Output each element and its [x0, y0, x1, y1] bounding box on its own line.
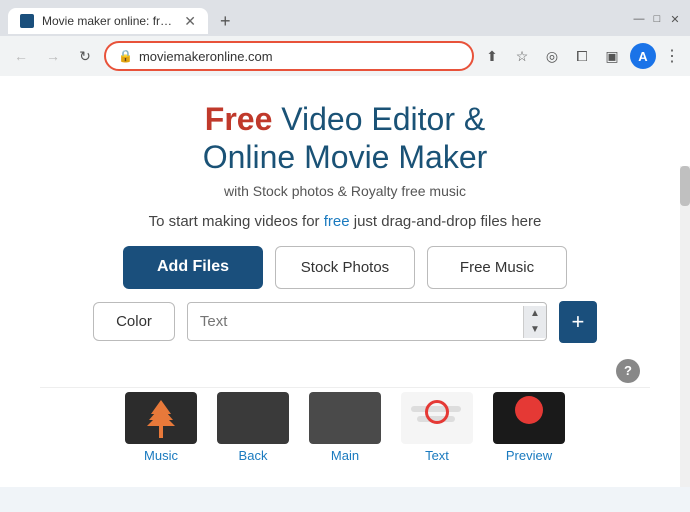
- page-content: Free Video Editor & Online Movie Maker w…: [0, 76, 690, 487]
- text-input-wrapper: ▲ ▼: [187, 302, 547, 341]
- drag-free-link[interactable]: free: [324, 213, 350, 230]
- target-icon[interactable]: ◎: [540, 44, 564, 68]
- tab-close-button[interactable]: ✕: [184, 14, 196, 28]
- heading-line1: Free Video Editor &: [40, 100, 650, 138]
- scrollbar-track: [680, 166, 690, 487]
- address-text: moviemakeronline.com: [139, 49, 460, 64]
- forward-button[interactable]: →: [40, 43, 66, 69]
- main-thumb-bg: [309, 392, 381, 444]
- tab-text-thumb: [401, 392, 473, 444]
- text-thumb-bg: [401, 392, 473, 444]
- browser-chrome: Movie maker online: free video e... ✕ + …: [0, 0, 690, 76]
- tab-main[interactable]: Main: [309, 392, 381, 463]
- tab-preview-thumb: [493, 392, 565, 444]
- scroll-arrows: ▲ ▼: [523, 306, 546, 338]
- add-files-button[interactable]: Add Files: [123, 246, 263, 289]
- reload-button[interactable]: ↻: [72, 43, 98, 69]
- close-window-button[interactable]: ✕: [668, 12, 682, 26]
- help-row: ?: [40, 359, 650, 383]
- share-icon[interactable]: ⬆: [480, 44, 504, 68]
- toolbar-icons: ⬆ ☆ ◎ ⧠ ▣ A ⋮: [480, 43, 682, 69]
- tab-text[interactable]: Text: [401, 392, 473, 463]
- tab-back-thumb: [217, 392, 289, 444]
- bottom-tabs: Music Back Main Text: [40, 387, 650, 471]
- profile-button[interactable]: A: [630, 43, 656, 69]
- tab-preview-label: Preview: [506, 448, 552, 463]
- tab-favicon: [20, 14, 34, 28]
- preview-thumb-bg: [493, 392, 565, 444]
- tools-row: Color ▲ ▼ +: [40, 301, 650, 343]
- tab-back-label: Back: [239, 448, 268, 463]
- heading-rest: Video Editor &: [272, 101, 485, 137]
- main-buttons-row: Add Files Stock Photos Free Music: [40, 246, 650, 289]
- free-music-button[interactable]: Free Music: [427, 246, 567, 289]
- lock-icon: 🔒: [118, 49, 133, 63]
- color-button[interactable]: Color: [93, 302, 175, 341]
- heading-free: Free: [205, 101, 273, 137]
- drag-text: To start making videos for free just dra…: [40, 213, 650, 230]
- tab-preview[interactable]: Preview: [493, 392, 565, 463]
- tab-text-label: Text: [425, 448, 449, 463]
- active-tab[interactable]: Movie maker online: free video e... ✕: [8, 8, 208, 34]
- tab-music-thumb: [125, 392, 197, 444]
- menu-button[interactable]: ⋮: [662, 46, 682, 66]
- extensions-icon[interactable]: ⧠: [570, 44, 594, 68]
- plus-button[interactable]: +: [559, 301, 597, 343]
- music-thumb-bg: [125, 392, 197, 444]
- heading-line2: Online Movie Maker: [40, 138, 650, 176]
- main-heading: Free Video Editor & Online Movie Maker: [40, 100, 650, 177]
- tab-main-label: Main: [331, 448, 359, 463]
- drag-text-after: just drag-and-drop files here: [350, 213, 542, 230]
- back-button[interactable]: ←: [8, 43, 34, 69]
- maximize-button[interactable]: □: [650, 12, 664, 26]
- tab-music[interactable]: Music: [125, 392, 197, 463]
- stock-photos-button[interactable]: Stock Photos: [275, 246, 415, 289]
- scrollbar-thumb[interactable]: [680, 166, 690, 206]
- new-tab-button[interactable]: +: [212, 6, 239, 36]
- address-bar[interactable]: 🔒 moviemakeronline.com: [104, 41, 474, 71]
- subtitle: with Stock photos & Royalty free music: [40, 183, 650, 199]
- tab-main-thumb: [309, 392, 381, 444]
- window-controls: — □ ✕: [632, 12, 682, 30]
- drag-text-before: To start making videos for: [149, 213, 324, 230]
- tab-bar: Movie maker online: free video e... ✕ + …: [0, 0, 690, 36]
- preview-record-icon: [515, 396, 543, 424]
- bookmark-icon[interactable]: ☆: [510, 44, 534, 68]
- tab-back[interactable]: Back: [217, 392, 289, 463]
- sidebar-icon[interactable]: ▣: [600, 44, 624, 68]
- text-input[interactable]: [188, 303, 523, 340]
- address-bar-row: ← → ↻ 🔒 moviemakeronline.com ⬆ ☆ ◎ ⧠ ▣ A…: [0, 36, 690, 76]
- back-thumb-bg: [217, 392, 289, 444]
- text-circle-icon: [425, 400, 449, 424]
- help-button[interactable]: ?: [616, 359, 640, 383]
- scroll-down-arrow[interactable]: ▼: [524, 322, 546, 338]
- tab-title: Movie maker online: free video e...: [42, 14, 176, 28]
- scroll-up-arrow[interactable]: ▲: [524, 306, 546, 322]
- minimize-button[interactable]: —: [632, 12, 646, 26]
- tab-music-label: Music: [144, 448, 178, 463]
- music-tree-icon: [143, 396, 179, 440]
